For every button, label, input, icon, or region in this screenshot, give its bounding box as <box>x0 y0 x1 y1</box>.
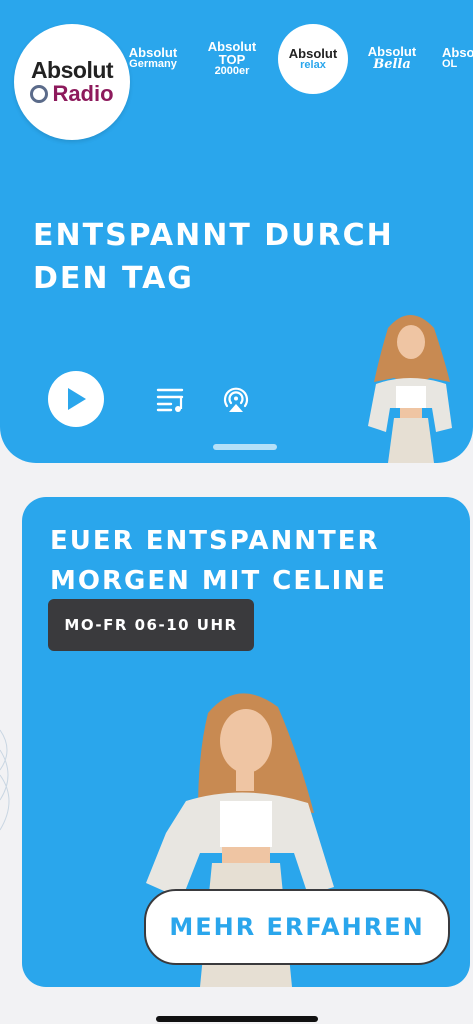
show-card: EUER ENTSPANNTER MORGEN MIT CELINE MO-FR… <box>22 497 470 987</box>
wave-decoration <box>0 729 10 831</box>
show-time-badge: MO-FR 06-10 UHR <box>48 599 254 651</box>
logo-mark-icon <box>30 85 49 103</box>
station-partial[interactable]: Abso OL <box>442 46 473 70</box>
home-indicator <box>156 1016 318 1022</box>
show-title: EUER ENTSPANNTER MORGEN MIT CELINE <box>50 526 387 596</box>
drag-handle[interactable] <box>213 444 277 450</box>
hero-player: Absolut Radio Absolut Germany Absolut TO… <box>0 0 473 463</box>
station-line-2: Germany <box>129 58 177 70</box>
host-photo-small <box>368 315 452 463</box>
station-line-2: OL <box>442 58 458 70</box>
logo-line-2-text: Radio <box>52 81 114 106</box>
now-playing-title: ENTSPANNT DURCH DEN TAG <box>33 218 394 296</box>
play-button[interactable] <box>48 371 104 427</box>
station-selector: Absolut Radio Absolut Germany Absolut TO… <box>0 18 473 140</box>
station-line-2: relax <box>300 59 326 71</box>
station-absolut-top[interactable]: Absolut TOP 2000er <box>204 40 260 77</box>
more-info-button[interactable]: MEHR ERFAHREN <box>144 889 450 965</box>
logo-line-1: Absolut <box>30 57 114 83</box>
absolut-radio-logo[interactable]: Absolut Radio <box>14 24 130 140</box>
station-absolut-relax[interactable]: Absolut relax <box>278 24 348 94</box>
airplay-icon[interactable] <box>222 386 250 414</box>
playlist-icon[interactable] <box>156 385 186 413</box>
station-absolut-germany[interactable]: Absolut Germany <box>120 46 186 70</box>
station-absolut-bella[interactable]: Absolut Bella <box>362 45 422 71</box>
station-line-2: Bella <box>373 57 411 72</box>
play-icon <box>68 388 86 410</box>
station-line-3: 2000er <box>214 65 250 77</box>
logo-line-2: Radio <box>30 81 114 106</box>
